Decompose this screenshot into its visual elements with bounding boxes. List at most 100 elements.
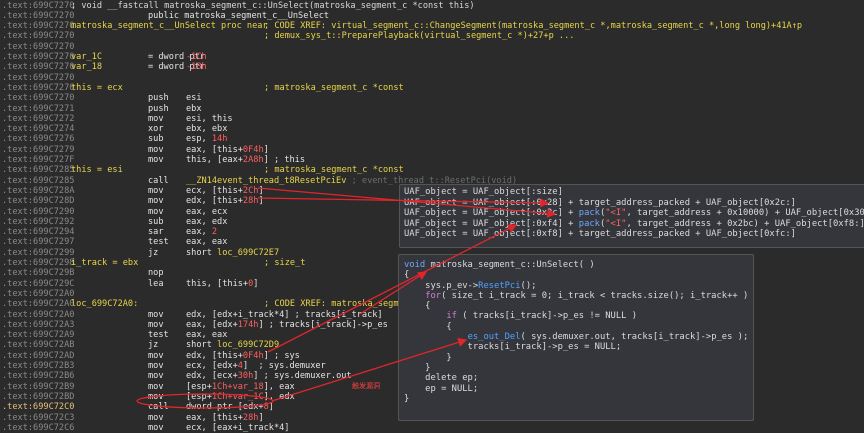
listing-row[interactable]: .text:699C7270 matroska_segment_c__UnSele… <box>0 21 864 31</box>
listing-row[interactable]: .text:699C7285 this = esi ; matroska_segme… <box>0 165 864 175</box>
operand: -18h <box>186 62 207 72</box>
operand-text: ebx, ebx <box>186 124 228 135</box>
code-token: ResetPci <box>478 280 521 291</box>
listing-row[interactable]: .text:699C7274 xor ebx, ebx <box>0 124 864 134</box>
mnemonic: mov <box>148 391 164 402</box>
operand-text: [esp+ <box>186 381 212 392</box>
operand-number: 0F4h <box>242 350 264 361</box>
address: .text:699C728A <box>2 185 75 196</box>
operand-tail: ] ; sys.demuxer <box>242 361 326 371</box>
operand: eax, eax <box>186 330 227 340</box>
operand-number: 0F4h <box>242 144 264 155</box>
uaf-line: UAF_object = UAF_object[:0xf8] + target_… <box>404 229 864 240</box>
listing-row[interactable]: .text:699C7270 <box>0 73 864 83</box>
address: .text:699C7270 <box>2 62 75 73</box>
listing-row[interactable]: .text:699C7270 ; demux_sys_t::PreparePlay… <box>0 31 864 41</box>
cpp-line: } <box>404 363 748 373</box>
mnemonic: push <box>148 93 169 104</box>
address: .text:699C7271 <box>2 103 75 114</box>
operand-text: this, [this+ <box>186 278 249 289</box>
mnemonic: xor <box>148 124 164 135</box>
operand: esi, this <box>186 114 233 124</box>
listing-row[interactable]: .text:699C7270 <box>0 42 864 52</box>
address: .text:699C7270 <box>2 93 75 104</box>
cpp-line: { <box>404 301 748 311</box>
listing-row[interactable]: .text:699C7270 push esi <box>0 93 864 103</box>
operand-number: 14h <box>211 134 228 145</box>
operand-symbol[interactable]: loc_699C72E7 <box>217 248 279 258</box>
operand-text: eax, edx <box>186 216 228 227</box>
label: var_18 <box>71 62 103 73</box>
listing-row[interactable]: .text:699C7270 this = ecx ; matroska_segme… <box>0 83 864 93</box>
code-token: UAF_object = UAF_object[:0xf4] + <box>404 218 579 229</box>
address: .text:699C72A0 <box>2 299 75 310</box>
operand-text: eax, ecx <box>186 206 228 217</box>
listing-row[interactable]: .text:699C7272 mov esi, this <box>0 114 864 124</box>
operand: eax, [this+28h] <box>186 413 264 423</box>
listing-row[interactable]: .text:699C7270 var_18 = dword ptr -18h <box>0 62 864 72</box>
mnemonic: lea <box>148 278 164 289</box>
mnemonic: mov <box>148 422 164 433</box>
operand: edx, [ecx+30h] ; sys.demuxer.out <box>186 371 352 381</box>
listing-row[interactable]: .text:699C7270; void __fastcall matroska… <box>0 1 864 11</box>
mnemonic: mov <box>148 196 164 207</box>
code-token: UAF_object = UAF_object[:0x28] + target_… <box>404 197 796 208</box>
cpp-line: delete ep; <box>404 373 748 383</box>
operand: dword ptr [edx+8] <box>186 402 274 412</box>
code-token: matroska_segment_c::UnSelect( ) <box>430 260 595 270</box>
operand-text: eax, <box>186 227 212 238</box>
code-token: void <box>404 260 431 270</box>
address: .text:699C7292 <box>2 216 75 227</box>
operand-text: short <box>186 340 218 351</box>
code-token: sys.p_ev-> <box>404 280 479 291</box>
operand-text: eax, eax <box>186 330 228 341</box>
operand: this, [eax+2A8h] ; this <box>186 155 305 165</box>
listing-row[interactable]: .text:699C7276 sub esp, 14h <box>0 134 864 144</box>
mnemonic: mov <box>148 144 164 155</box>
code-token: ( sys.demuxer.out, tracks[i_track]->p_es… <box>520 332 749 343</box>
operand-symbol[interactable]: loc_699C72D9 <box>217 340 279 350</box>
cpp-line: void matroska_segment_c::UnSelect( ) <box>404 260 748 270</box>
operand-number: 2 <box>211 227 218 238</box>
listing-row[interactable]: .text:699C7271 push ebx <box>0 104 864 114</box>
cpp-line: sys.p_ev->ResetPci(); <box>404 281 748 291</box>
operand-number: 28h <box>242 196 259 207</box>
operand-text: eax, [this+ <box>186 412 243 423</box>
listing-row[interactable]: .text:699C7279 mov eax, [this+0F4h] <box>0 145 864 155</box>
listing-row[interactable]: .text:699C7270 public matroska_segment_c_… <box>0 11 864 21</box>
operand-symbol[interactable]: __ZN14event_thread_t8ResetPciEv <box>186 176 346 186</box>
address: .text:699C72BD <box>2 391 75 402</box>
xref-comment: ; CODE XREF: virtual_segment_c::ChangeSe… <box>264 21 803 32</box>
cpp-line: es_out_Del( sys.demuxer.out, tracks[i_tr… <box>404 332 749 343</box>
address: .text:699C72AB <box>2 340 75 351</box>
operand-text: eax, eax <box>186 237 228 248</box>
address: .text:699C72AD <box>2 350 75 361</box>
address: .text:699C727F <box>2 155 75 165</box>
operand: short loc_699C72E7 <box>186 248 279 258</box>
code-token: { <box>404 301 431 312</box>
operand-number: -18h <box>186 62 207 73</box>
operand-tail: ] <box>268 402 274 413</box>
cpp-line: ep = NULL; <box>404 384 748 394</box>
operand: short loc_699C72D9 <box>186 340 279 350</box>
operand: this, [this+0] <box>186 279 258 289</box>
operand-text: esi <box>186 93 202 104</box>
code-token: , target_address + 0x10000) + UAF_object… <box>626 208 864 219</box>
operand: ebx, ebx <box>186 124 227 134</box>
address: .text:699C72A0 <box>2 288 75 299</box>
mnemonic: mov <box>148 350 164 361</box>
code-token: ( size_t i_track = 0; i_track < tracks.s… <box>441 290 749 301</box>
listing-row[interactable]: .text:699C7270 var_1C = dword ptr -1Ch <box>0 52 864 62</box>
operand-tail: ], edx <box>263 391 295 402</box>
operand: ecx, [edx+4] ; sys.demuxer <box>186 361 326 371</box>
listing-row[interactable]: .text:699C727F mov this, [eax+2A8h] ; this <box>0 155 864 165</box>
address: .text:699C7285 <box>2 165 75 176</box>
listing-row[interactable]: .text:699C72C6 mov ecx, [eax+i_track*4] <box>0 423 864 433</box>
address: .text:699C7294 <box>2 227 75 238</box>
label: loc_699C72A0: <box>71 299 139 310</box>
cpp-line: } <box>404 353 748 363</box>
xref-comment: ; matroska_segment_c *const <box>264 82 404 93</box>
